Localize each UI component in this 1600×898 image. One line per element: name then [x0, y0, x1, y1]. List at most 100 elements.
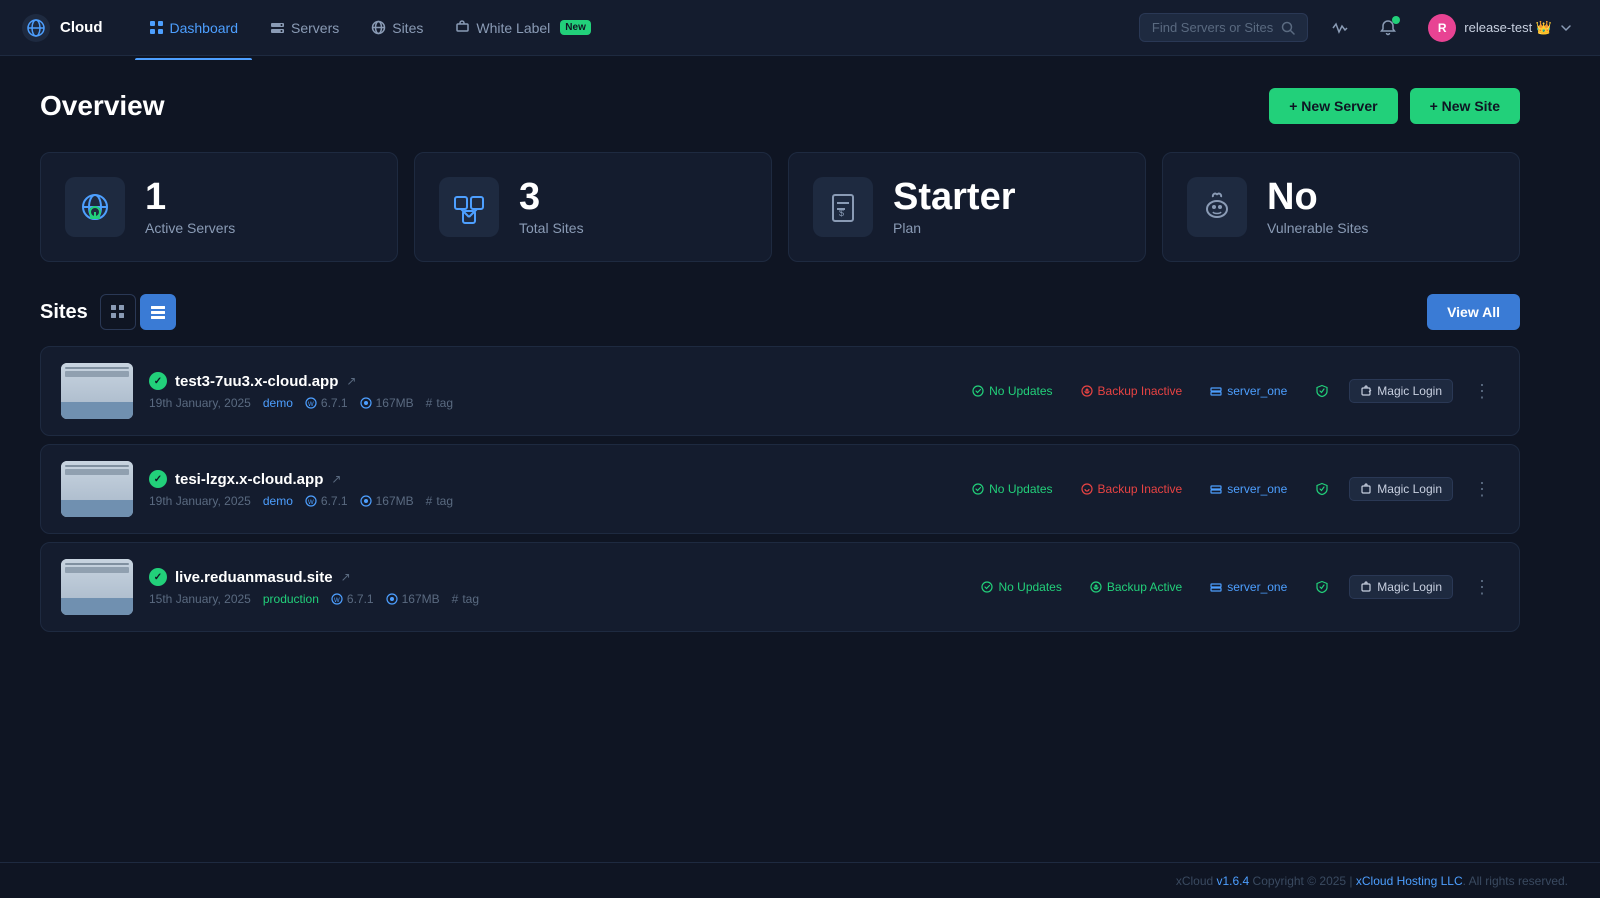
nav-right: Find Servers or Sites R release-test 👑 — [1139, 10, 1580, 46]
wordpress-icon: W — [305, 397, 317, 409]
magic-login-icon — [1360, 483, 1372, 495]
external-link-icon[interactable]: ↗ — [331, 472, 341, 486]
site-thumbnail — [61, 363, 133, 419]
view-toggle — [100, 294, 176, 330]
shield-icon — [1315, 482, 1329, 496]
site-meta: 19th January, 2025 demo W 6.7.1 167MB # … — [149, 494, 948, 508]
site-tag[interactable]: demo — [263, 396, 293, 410]
tag-hash: # tag — [426, 494, 453, 508]
site-tag[interactable]: production — [263, 592, 319, 606]
site-status-indicator — [149, 470, 167, 488]
nav-servers[interactable]: Servers — [256, 12, 353, 44]
tag-hash: # tag — [426, 396, 453, 410]
list-view-button[interactable] — [140, 294, 176, 330]
wp-version: W 6.7.1 — [305, 396, 348, 410]
notifications-button[interactable] — [1372, 12, 1404, 44]
site-name: tesi-lzgx.x-cloud.app — [175, 471, 323, 488]
backup-icon — [1081, 385, 1093, 397]
stat-info: Starter Plan — [893, 178, 1016, 236]
chevron-down-icon — [1560, 22, 1572, 34]
site-row: live.reduanmasud.site ↗ 15th January, 20… — [40, 542, 1520, 632]
footer-link: xCloud Hosting LLC — [1356, 874, 1463, 888]
sites-title-area: Sites — [40, 294, 176, 330]
site-date: 15th January, 2025 — [149, 592, 251, 606]
site-info: test3-7uu3.x-cloud.app ↗ 19th January, 2… — [149, 372, 948, 410]
site-row: test3-7uu3.x-cloud.app ↗ 19th January, 2… — [40, 346, 1520, 436]
external-link-icon[interactable]: ↗ — [346, 374, 356, 388]
magic-login-button[interactable]: Magic Login — [1349, 477, 1453, 501]
site-meta: 15th January, 2025 production W 6.7.1 16… — [149, 592, 957, 606]
site-tag[interactable]: demo — [263, 494, 293, 508]
more-options-button[interactable]: ⋮ — [1465, 573, 1499, 602]
brand-name: Cloud — [60, 19, 103, 36]
grid-view-button[interactable] — [100, 294, 136, 330]
disk-usage: 167MB — [386, 592, 440, 606]
server-badge: server_one — [1202, 576, 1295, 598]
plan-icon: $ — [813, 177, 873, 237]
stat-plan: $ Starter Plan — [788, 152, 1146, 262]
site-date: 19th January, 2025 — [149, 494, 251, 508]
stat-info: 3 Total Sites — [519, 178, 584, 236]
stat-total-sites: 3 Total Sites — [414, 152, 772, 262]
footer: xCloud v1.6.4 Copyright © 2025 | xCloud … — [0, 862, 1600, 898]
site-date: 19th January, 2025 — [149, 396, 251, 410]
new-server-button[interactable]: + New Server — [1269, 88, 1397, 124]
disk-usage: 167MB — [360, 396, 414, 410]
activity-button[interactable] — [1324, 12, 1356, 44]
wordpress-icon: W — [331, 593, 343, 605]
site-name: live.reduanmasud.site — [175, 569, 333, 586]
total-sites-icon — [439, 177, 499, 237]
wp-version: W 6.7.1 — [305, 494, 348, 508]
white-label-badge: New — [560, 20, 591, 35]
vulnerable-sites-icon — [1187, 177, 1247, 237]
stat-info: No Vulnerable Sites — [1267, 178, 1368, 236]
magic-login-button[interactable]: Magic Login — [1349, 575, 1453, 599]
search-placeholder: Find Servers or Sites — [1152, 20, 1273, 35]
active-servers-label: Active Servers — [145, 220, 235, 236]
page-title: Overview — [40, 90, 165, 122]
shield-badge — [1307, 478, 1337, 500]
header-actions: + New Server + New Site — [1269, 88, 1520, 124]
new-site-button[interactable]: + New Site — [1410, 88, 1520, 124]
sites-header: Sites — [40, 294, 1520, 330]
plan-label: Plan — [893, 220, 1016, 236]
brand-logo[interactable]: Cloud — [20, 12, 103, 44]
version-text: v1.6.4 — [1217, 874, 1250, 888]
updates-icon — [981, 581, 993, 593]
user-menu[interactable]: R release-test 👑 — [1420, 10, 1580, 46]
wp-version: W 6.7.1 — [331, 592, 374, 606]
backup-badge: Backup Inactive — [1073, 380, 1191, 402]
stat-vulnerable-sites: No Vulnerable Sites — [1162, 152, 1520, 262]
site-status-indicator — [149, 568, 167, 586]
site-thumbnail — [61, 559, 133, 615]
external-link-icon[interactable]: ↗ — [341, 570, 351, 584]
nav-white-label[interactable]: White Label New — [441, 12, 605, 44]
svg-text:$: $ — [839, 208, 844, 218]
server-icon — [1210, 385, 1222, 397]
list-icon — [151, 305, 165, 319]
magic-login-button[interactable]: Magic Login — [1349, 379, 1453, 403]
server-icon — [1210, 483, 1222, 495]
search-bar[interactable]: Find Servers or Sites — [1139, 13, 1308, 42]
nav-dashboard[interactable]: Dashboard — [135, 12, 253, 44]
svg-text:W: W — [308, 500, 314, 506]
more-options-button[interactable]: ⋮ — [1465, 377, 1499, 406]
sites-title: Sites — [40, 301, 88, 324]
view-all-button[interactable]: View All — [1427, 294, 1520, 330]
site-name-row: live.reduanmasud.site ↗ — [149, 568, 957, 586]
nav-items: Dashboard Servers Sites White — [135, 12, 1139, 44]
site-badges: No Updates Backup Active server_one Magi… — [973, 573, 1499, 602]
backup-icon — [1081, 483, 1093, 495]
server-badge: server_one — [1202, 380, 1295, 402]
site-badges: No Updates Backup Inactive server_one Ma… — [964, 475, 1499, 504]
plan-value: Starter — [893, 178, 1016, 216]
updates-icon — [972, 385, 984, 397]
nav-sites[interactable]: Sites — [357, 12, 437, 44]
stat-info: 1 Active Servers — [145, 178, 235, 236]
sites-list: test3-7uu3.x-cloud.app ↗ 19th January, 2… — [40, 346, 1520, 632]
updates-badge: No Updates — [964, 478, 1060, 500]
footer-text: xCloud v1.6.4 Copyright © 2025 | xCloud … — [1176, 874, 1568, 888]
site-name-row: test3-7uu3.x-cloud.app ↗ — [149, 372, 948, 390]
more-options-button[interactable]: ⋮ — [1465, 475, 1499, 504]
site-row: tesi-lzgx.x-cloud.app ↗ 19th January, 20… — [40, 444, 1520, 534]
